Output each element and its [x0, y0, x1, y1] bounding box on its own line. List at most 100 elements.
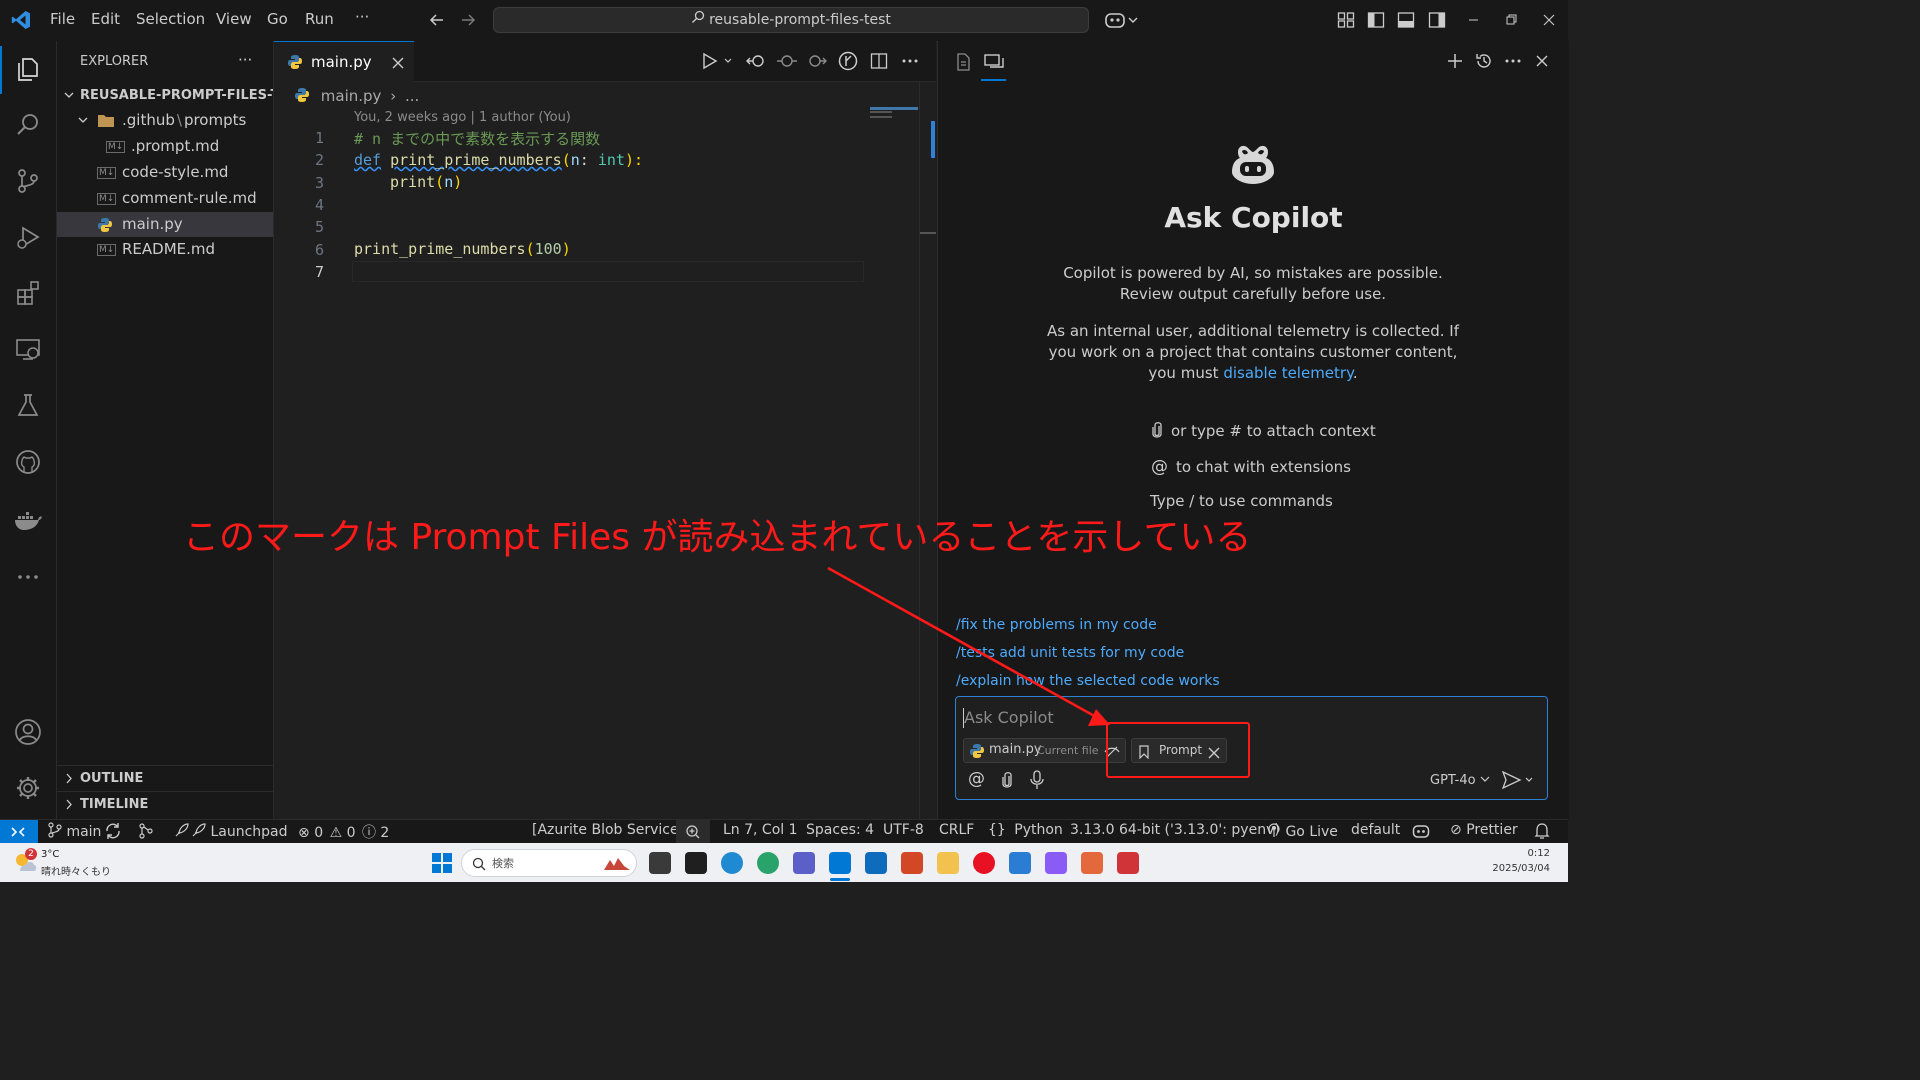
- explorer-more-button[interactable]: ···: [238, 51, 252, 69]
- task-view-icon[interactable]: [649, 852, 671, 874]
- tree-item-comment-rule-md[interactable]: M↓ comment-rule.md: [57, 186, 273, 211]
- timeline-section[interactable]: TIMELINE: [57, 792, 273, 817]
- toggle-primary-sidebar-icon[interactable]: [1367, 11, 1385, 33]
- tree-item-main-py[interactable]: main.py: [57, 212, 273, 237]
- explorer-icon[interactable]: [12, 53, 44, 85]
- status-azurite[interactable]: [Azurite Blob Service]: [532, 822, 684, 838]
- accounts-icon[interactable]: [12, 716, 44, 748]
- terminal-app-icon[interactable]: [685, 852, 707, 874]
- status-branch[interactable]: main: [48, 822, 101, 842]
- customize-layout-icon[interactable]: [1337, 11, 1355, 33]
- menu-more[interactable]: ···: [355, 8, 369, 26]
- code-line-6[interactable]: print_prime_numbers(100): [354, 240, 571, 258]
- obsidian-app-icon[interactable]: [1045, 852, 1067, 874]
- testing-icon[interactable]: [12, 389, 44, 421]
- outlook-app-icon[interactable]: [865, 852, 887, 874]
- status-profile[interactable]: default: [1351, 822, 1400, 838]
- toggle-panel-icon[interactable]: [1397, 11, 1415, 33]
- git-blame-codelens[interactable]: You, 2 weeks ago | 1 author (You): [354, 110, 571, 125]
- command-center[interactable]: reusable-prompt-files-test: [493, 7, 1089, 33]
- attach-context-icon[interactable]: [1001, 771, 1013, 793]
- app-icon[interactable]: [1117, 852, 1139, 874]
- tab-main-py[interactable]: main.py: [274, 41, 414, 82]
- gitlens-icon[interactable]: [838, 51, 858, 75]
- vscode-app-icon[interactable]: [829, 852, 851, 874]
- menu-selection[interactable]: Selection: [136, 10, 205, 28]
- edge-app-icon[interactable]: [721, 852, 743, 874]
- menu-file[interactable]: File: [50, 10, 75, 28]
- menu-run[interactable]: Run: [305, 10, 334, 28]
- close-tab-icon[interactable]: [391, 55, 405, 74]
- context-chip-current-file[interactable]: main.py Current file: [963, 738, 1126, 763]
- send-icon[interactable]: [1501, 770, 1536, 793]
- run-debug-icon[interactable]: [12, 221, 44, 253]
- status-encoding[interactable]: UTF-8: [883, 822, 924, 838]
- toggle-secondary-sidebar-icon[interactable]: [1428, 11, 1446, 33]
- tree-item-prompt-md[interactable]: M↓ .prompt.md: [57, 134, 273, 159]
- chat-more-icon[interactable]: [1504, 52, 1522, 74]
- git-graph-icon[interactable]: [137, 822, 155, 844]
- menu-edit[interactable]: Edit: [91, 10, 120, 28]
- sync-icon[interactable]: [104, 822, 122, 844]
- media-app-icon[interactable]: [973, 852, 995, 874]
- close-panel-icon[interactable]: [1534, 52, 1550, 74]
- status-eol[interactable]: CRLF: [939, 822, 974, 838]
- remote-explorer-icon[interactable]: [12, 333, 44, 365]
- file-explorer-app-icon[interactable]: [937, 852, 959, 874]
- run-file-icon[interactable]: [701, 52, 733, 74]
- github-icon[interactable]: [12, 446, 44, 478]
- model-picker[interactable]: GPT-4o: [1430, 772, 1490, 788]
- explorer-root-folder[interactable]: REUSABLE-PROMPT-FILES-TE...: [57, 83, 273, 108]
- code-line-1[interactable]: # n までの中で素数を表示する関数: [354, 128, 600, 149]
- nav-back-icon[interactable]: [428, 11, 446, 33]
- tree-item-code-style-md[interactable]: M↓ code-style.md: [57, 160, 273, 185]
- new-chat-icon[interactable]: [1446, 52, 1464, 74]
- zoom-button[interactable]: [676, 820, 710, 844]
- code-line-3[interactable]: print(n): [390, 173, 462, 191]
- timeline-back-icon[interactable]: [746, 52, 766, 74]
- restore-icon[interactable]: [1503, 12, 1519, 32]
- status-copilot-icon[interactable]: [1412, 822, 1430, 844]
- remote-indicator[interactable]: [0, 820, 38, 844]
- notifications-bell-icon[interactable]: [1534, 822, 1550, 844]
- copilot-chat-tab-icon[interactable]: [984, 53, 1004, 75]
- settings-gear-icon[interactable]: [12, 772, 44, 804]
- nav-forward-icon[interactable]: [459, 11, 477, 33]
- status-language[interactable]: {} Python: [988, 822, 1063, 838]
- timeline-current-icon[interactable]: [777, 52, 797, 74]
- timeline-forward-icon[interactable]: [807, 52, 827, 74]
- status-prettier[interactable]: ⊘ Prettier: [1450, 822, 1518, 838]
- status-problems[interactable]: ⊗ 0 ⚠ 0 ⓘ 2: [298, 822, 389, 842]
- breadcrumb[interactable]: main.py › ...: [294, 87, 419, 107]
- edge-dev-app-icon[interactable]: [757, 852, 779, 874]
- docker-icon[interactable]: [12, 504, 44, 536]
- close-window-icon[interactable]: [1541, 12, 1557, 32]
- vscode-logo-icon[interactable]: [11, 10, 31, 30]
- extensions-icon[interactable]: [12, 277, 44, 309]
- todo-app-icon[interactable]: [1009, 852, 1031, 874]
- clock-date[interactable]: 2025/03/04: [1490, 863, 1550, 874]
- app-icon[interactable]: [1081, 852, 1103, 874]
- minimize-icon[interactable]: [1466, 12, 1482, 32]
- copilot-menu-icon[interactable]: [1105, 10, 1139, 34]
- teams-app-icon[interactable]: [793, 852, 815, 874]
- mention-button[interactable]: @: [968, 769, 985, 789]
- source-control-icon[interactable]: [12, 165, 44, 197]
- more-views-icon[interactable]: [12, 561, 44, 593]
- outline-section[interactable]: OUTLINE: [57, 766, 273, 791]
- microphone-icon[interactable]: [1030, 770, 1044, 794]
- clock-time[interactable]: 0:12: [1500, 848, 1550, 859]
- menu-view[interactable]: View: [216, 10, 252, 28]
- windows-start-icon[interactable]: [431, 852, 453, 878]
- tree-item-readme-md[interactable]: M↓ README.md: [57, 237, 273, 262]
- search-view-icon[interactable]: [12, 109, 44, 141]
- disable-telemetry-link[interactable]: disable telemetry: [1223, 364, 1353, 382]
- chat-history-icon[interactable]: [1475, 52, 1493, 74]
- menu-go[interactable]: Go: [267, 10, 288, 28]
- status-launchpad[interactable]: Launchpad: [174, 822, 288, 842]
- copilot-edits-tab-icon[interactable]: [954, 53, 972, 75]
- scrollbar-thumb[interactable]: [920, 232, 936, 234]
- code-line-2[interactable]: def print_prime_numbers(n: int):: [354, 151, 643, 169]
- scrollbar-indicator[interactable]: [931, 121, 935, 158]
- status-interpreter[interactable]: 3.13.0 64-bit ('3.13.0': pyenv): [1070, 822, 1280, 838]
